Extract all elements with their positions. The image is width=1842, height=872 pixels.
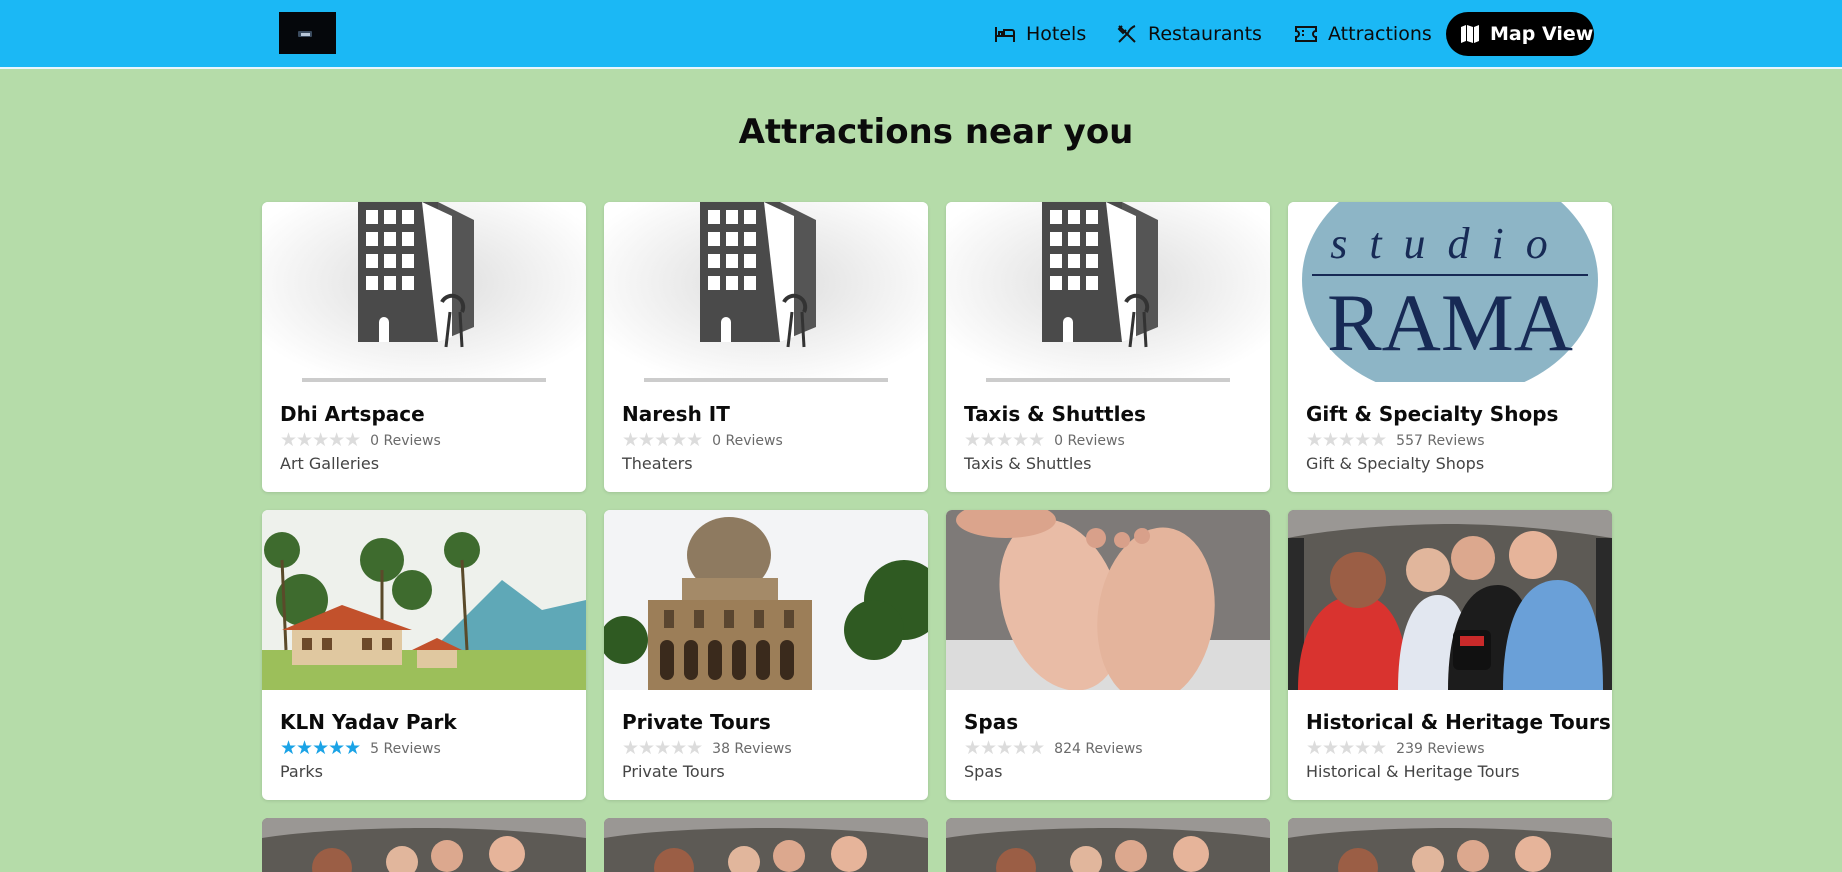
bed-icon	[995, 27, 1015, 42]
star-rating-icon: ★★★★★	[964, 737, 1045, 759]
card-category: Spas	[964, 762, 1003, 781]
attraction-card-partial[interactable]	[604, 818, 928, 872]
logo-line1: studio	[1330, 219, 1570, 268]
review-count: 239 Reviews	[1396, 740, 1485, 757]
card-category: Art Galleries	[280, 454, 380, 473]
card-title: Historical & Heritage Tours	[1306, 710, 1611, 734]
card-rating: ★★★★★ 557 Reviews	[1306, 431, 1485, 450]
card-rating: ★★★★★ 38 Reviews	[622, 739, 792, 758]
hotel-building-placeholder-image	[604, 202, 928, 382]
map-view-label: Map View	[1490, 23, 1594, 45]
attraction-card-partial[interactable]	[946, 818, 1270, 872]
tuk-tuk-group-photo-image	[946, 818, 1270, 872]
review-count: 824 Reviews	[1054, 740, 1143, 757]
hotel-building-placeholder-image	[262, 202, 586, 382]
card-title: Naresh IT	[622, 402, 730, 426]
attraction-card[interactable]: studio RAMA Gift & Specialty Shops ★★★★★…	[1288, 202, 1612, 492]
attraction-card[interactable]: KLN Yadav Park ★★★★★ 5 Reviews Parks	[262, 510, 586, 800]
site-logo[interactable]	[279, 12, 336, 54]
card-title: Taxis & Shuttles	[964, 402, 1146, 426]
star-rating-icon: ★★★★★	[1306, 429, 1387, 451]
star-rating-icon: ★★★★★	[964, 429, 1045, 451]
page-title: Attractions near you	[738, 112, 1134, 152]
nav-hotels[interactable]: Hotels	[994, 12, 1086, 56]
star-rating-icon: ★★★★★	[1306, 737, 1387, 759]
card-category: Taxis & Shuttles	[964, 454, 1092, 473]
attraction-card[interactable]: Spas ★★★★★ 824 Reviews Spas	[946, 510, 1270, 800]
nav-attractions-label: Attractions	[1328, 23, 1432, 45]
card-rating: ★★★★★ 239 Reviews	[1306, 739, 1485, 758]
review-count: 0 Reviews	[1054, 432, 1125, 449]
card-category: Theaters	[622, 454, 693, 473]
tuk-tuk-group-photo-image	[1288, 818, 1612, 872]
card-title: Dhi Artspace	[280, 402, 425, 426]
nav-hotels-label: Hotels	[1026, 23, 1087, 45]
foot-massage-photo-image	[946, 510, 1270, 690]
attraction-card-partial[interactable]	[1288, 818, 1612, 872]
card-category: Private Tours	[622, 762, 725, 781]
domed-tomb-photo-image	[604, 510, 928, 690]
tuk-tuk-group-photo-image	[1288, 510, 1612, 690]
review-count: 38 Reviews	[712, 740, 792, 757]
nav-restaurants-label: Restaurants	[1148, 23, 1262, 45]
card-category: Historical & Heritage Tours	[1306, 762, 1520, 781]
logo-line2: RAMA	[1327, 277, 1573, 368]
star-rating-icon: ★★★★★	[280, 737, 361, 759]
attraction-card[interactable]: Historical & Heritage Tours ★★★★★ 239 Re…	[1288, 510, 1612, 800]
review-count: 0 Reviews	[712, 432, 783, 449]
attraction-card[interactable]: Taxis & Shuttles ★★★★★ 0 Reviews Taxis &…	[946, 202, 1270, 492]
map-view-button[interactable]: Map View	[1446, 12, 1594, 56]
top-navbar: Hotels Restaurants Attractions Map View	[0, 0, 1842, 69]
card-category: Parks	[280, 762, 323, 781]
card-rating: ★★★★★ 0 Reviews	[622, 431, 783, 450]
card-rating: ★★★★★ 5 Reviews	[280, 739, 441, 758]
review-count: 0 Reviews	[370, 432, 441, 449]
star-rating-icon: ★★★★★	[622, 737, 703, 759]
tuk-tuk-group-photo-image	[262, 818, 586, 872]
attraction-card-partial[interactable]	[262, 818, 586, 872]
attraction-card[interactable]: Dhi Artspace ★★★★★ 0 Reviews Art Galleri…	[262, 202, 586, 492]
card-category: Gift & Specialty Shops	[1306, 454, 1485, 473]
card-title: Spas	[964, 710, 1019, 734]
hotel-building-placeholder-image	[946, 202, 1270, 382]
painted-village-scene-image	[262, 510, 586, 690]
card-rating: ★★★★★ 824 Reviews	[964, 739, 1143, 758]
map-icon	[1461, 25, 1479, 43]
fork-knife-icon	[1117, 25, 1136, 43]
review-count: 5 Reviews	[370, 740, 441, 757]
attraction-card[interactable]: Private Tours ★★★★★ 38 Reviews Private T…	[604, 510, 928, 800]
star-rating-icon: ★★★★★	[622, 429, 703, 451]
studio-rama-logo-image: studio RAMA	[1288, 202, 1612, 382]
nav-restaurants[interactable]: Restaurants	[1116, 12, 1262, 56]
review-count: 557 Reviews	[1396, 432, 1485, 449]
ticket-icon	[1295, 26, 1317, 42]
card-title: Gift & Specialty Shops	[1306, 402, 1559, 426]
card-title: Private Tours	[622, 710, 771, 734]
card-rating: ★★★★★ 0 Reviews	[964, 431, 1125, 450]
tuk-tuk-group-photo-image	[604, 818, 928, 872]
card-title: KLN Yadav Park	[280, 710, 457, 734]
star-rating-icon: ★★★★★	[280, 429, 361, 451]
attraction-card[interactable]: Naresh IT ★★★★★ 0 Reviews Theaters	[604, 202, 928, 492]
nav-attractions[interactable]: Attractions	[1294, 12, 1432, 56]
card-rating: ★★★★★ 0 Reviews	[280, 431, 441, 450]
